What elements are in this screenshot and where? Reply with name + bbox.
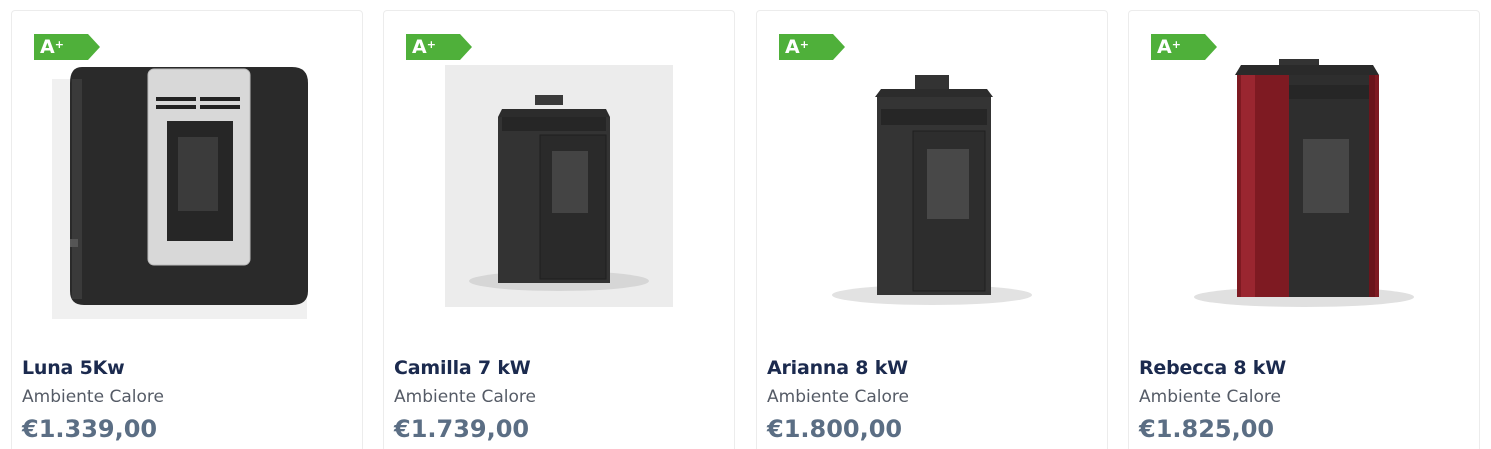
product-brand: Ambiente Calore (767, 387, 909, 407)
product-price: €1.739,00 (394, 415, 530, 443)
product-image-pellet-stove[interactable] (384, 59, 734, 335)
product-name[interactable]: Rebecca 8 kW (1139, 357, 1286, 379)
product-name[interactable]: Camilla 7 kW (394, 357, 531, 379)
product-card-camilla[interactable]: A+ Camilla 7 kW Ambiente Calore €1.739,0… (383, 10, 735, 449)
energy-label-badge: A+ (1151, 34, 1217, 60)
product-grid: A+ Luna 5Kw Ambiente Calore €1.339,00 A+ (0, 0, 1491, 449)
product-brand: Ambiente Calore (22, 387, 164, 407)
product-card-arianna[interactable]: A+ Arianna 8 kW Ambiente Calore €1.800,0… (756, 10, 1108, 449)
product-image-pellet-stove[interactable] (12, 59, 362, 335)
product-card-luna[interactable]: A+ Luna 5Kw Ambiente Calore €1.339,00 (11, 10, 363, 449)
product-brand: Ambiente Calore (394, 387, 536, 407)
product-name[interactable]: Luna 5Kw (22, 357, 125, 379)
product-image-pellet-stove[interactable] (757, 59, 1107, 335)
product-name[interactable]: Arianna 8 kW (767, 357, 908, 379)
product-price: €1.825,00 (1139, 415, 1275, 443)
energy-label-badge: A+ (34, 34, 100, 60)
energy-label-badge: A+ (406, 34, 472, 60)
product-price: €1.339,00 (22, 415, 158, 443)
product-image-pellet-stove[interactable] (1129, 59, 1479, 335)
product-price: €1.800,00 (767, 415, 903, 443)
product-card-rebecca[interactable]: A+ Rebecca 8 kW Ambiente Calore €1.825,0… (1128, 10, 1480, 449)
energy-label-badge: A+ (779, 34, 845, 60)
product-brand: Ambiente Calore (1139, 387, 1281, 407)
